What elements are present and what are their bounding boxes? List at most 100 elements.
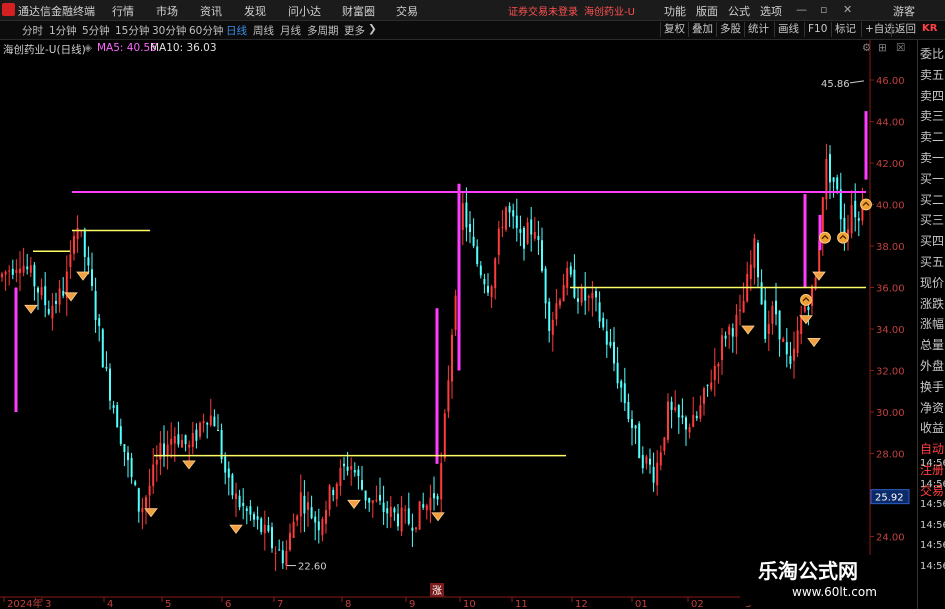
restore-icon[interactable]: ▫: [820, 3, 827, 16]
candle-body: [620, 381, 623, 388]
period-fenshi[interactable]: 分时: [22, 23, 43, 38]
period-1min[interactable]: 1分钟: [49, 23, 77, 38]
candle-body: [771, 305, 774, 324]
candle-body: [188, 444, 191, 448]
overlay-button[interactable]: 叠加: [688, 22, 716, 37]
candle-body: [613, 342, 615, 364]
candle-body: [274, 552, 277, 554]
candle-body: [206, 422, 209, 425]
candle-body: [490, 286, 493, 298]
minimize-icon[interactable]: —: [796, 3, 807, 16]
candle-body: [307, 502, 309, 510]
candle-body: [335, 483, 338, 500]
candle-body: [789, 355, 792, 364]
candle-body: [289, 532, 291, 551]
candle-body: [119, 426, 122, 444]
candle-body: [195, 429, 198, 441]
menu-item-news[interactable]: 资讯: [200, 3, 222, 19]
candle-body: [19, 268, 21, 273]
period-more[interactable]: 更多: [344, 23, 365, 38]
user-label[interactable]: 游客: [893, 3, 915, 19]
candle-body: [127, 452, 129, 461]
period-15min[interactable]: 15分钟: [115, 23, 149, 38]
min-price-label: 22.60: [298, 562, 327, 573]
period-multi[interactable]: 多周期: [307, 23, 339, 38]
candle-body: [551, 319, 554, 335]
candle-body: [454, 295, 457, 331]
menu-item-quotes[interactable]: 行情: [112, 3, 134, 19]
stock-warning[interactable]: 海创药业-U: [584, 3, 635, 18]
signal-circle-icon: [800, 294, 812, 306]
candle-body: [796, 330, 799, 353]
menu-item-formula[interactable]: 公式: [728, 3, 750, 19]
candle-body: [184, 435, 187, 445]
f10-button[interactable]: F10: [804, 22, 830, 37]
candle-body: [177, 434, 180, 445]
candle-body: [271, 527, 273, 549]
period-weekly[interactable]: 周线: [253, 23, 274, 38]
mark-button[interactable]: 标记: [831, 22, 859, 37]
restore-rights-button[interactable]: 复权: [660, 22, 688, 37]
menu-item-layout[interactable]: 版面: [696, 3, 718, 19]
panel-time-2: 14:56: [920, 499, 945, 510]
statistics-button[interactable]: 统计: [744, 22, 772, 37]
candle-body: [94, 290, 97, 320]
candle-body: [695, 415, 698, 419]
candle-body: [98, 318, 101, 326]
signal-diamond-icon: [431, 512, 445, 522]
candle-body: [494, 258, 497, 289]
candle-body: [638, 423, 641, 459]
candle-body: [433, 493, 435, 499]
period-30min[interactable]: 30分钟: [152, 23, 186, 38]
menu-item-discover[interactable]: 发现: [244, 3, 266, 19]
draw-line-button[interactable]: 画线: [774, 22, 802, 37]
candle-body: [710, 382, 713, 390]
panel-item-7: 买二: [920, 192, 945, 207]
candle-body: [105, 366, 108, 369]
menu-item-market[interactable]: 市场: [156, 3, 178, 19]
period-5min[interactable]: 5分钟: [82, 23, 110, 38]
candle-body: [253, 513, 255, 520]
close-icon[interactable]: ✕: [843, 3, 852, 16]
app-title: 通达信金融终端: [18, 5, 95, 18]
candle-body: [487, 285, 489, 293]
back-button[interactable]: 返回: [891, 22, 919, 37]
multi-stock-button[interactable]: 多股: [716, 22, 744, 37]
candle-body: [465, 202, 468, 228]
candle-body: [310, 507, 313, 519]
price-label: 36.00: [876, 284, 905, 295]
menu-bar: 通达信金融终端 行情 市场 资讯 发现 问小达 财富圈 交易 证券交易未登录 海…: [0, 0, 945, 21]
candle-body: [674, 407, 677, 411]
candle-body: [508, 205, 511, 213]
candle-body: [793, 348, 795, 361]
candle-body: [159, 442, 162, 460]
menu-item-wealth[interactable]: 财富圈: [342, 3, 375, 19]
menu-item-assistant[interactable]: 问小达: [288, 3, 321, 19]
candle-body: [155, 460, 158, 465]
menu-item-function[interactable]: 功能: [664, 3, 686, 19]
panel-item-1: 卖五: [920, 67, 945, 82]
candle-body: [602, 317, 605, 328]
menu-item-trade[interactable]: 交易: [396, 3, 418, 19]
candle-body: [152, 464, 155, 487]
candle-body: [440, 463, 443, 500]
period-daily[interactable]: 日线: [226, 23, 247, 38]
candle-body: [663, 437, 666, 452]
candle-body: [667, 401, 669, 440]
candle-body: [101, 329, 104, 368]
candle-body: [677, 405, 680, 418]
login-warning[interactable]: 证券交易未登录: [508, 3, 578, 18]
kline-chart[interactable]: 46.00 44.00 42.00 40.00 38.00 36.00 34.00 32.00…: [0, 40, 917, 609]
period-60min[interactable]: 60分钟: [189, 23, 223, 38]
candle-body: [191, 433, 194, 447]
signal-diamond-icon: [807, 338, 821, 348]
candle-body: [299, 492, 302, 517]
candle-body: [724, 335, 727, 339]
more-arrow-icon[interactable]: ❯: [368, 23, 377, 35]
candle-body: [231, 474, 234, 496]
candle-body: [836, 177, 839, 190]
period-monthly[interactable]: 月线: [280, 23, 301, 38]
menu-item-options[interactable]: 选项: [760, 3, 782, 19]
candle-body: [389, 506, 392, 517]
candle-body: [731, 328, 734, 337]
